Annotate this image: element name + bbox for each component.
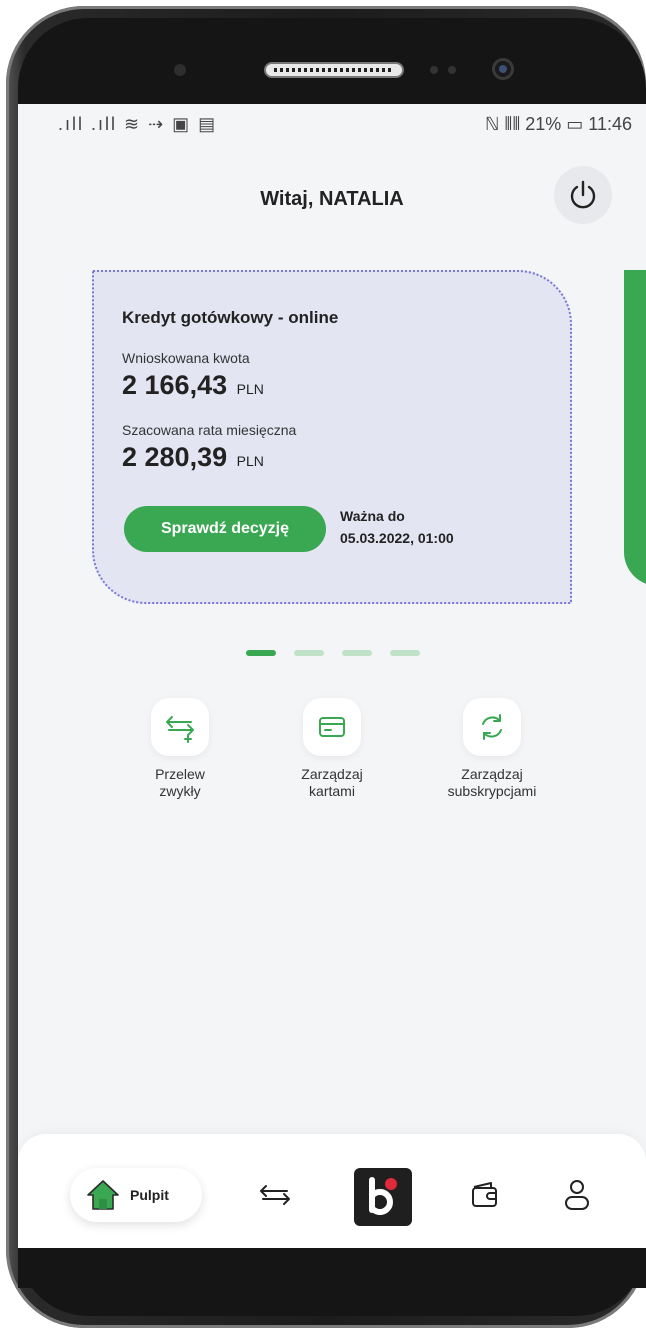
- quick-action-label: Zarządzaj kartami: [301, 766, 363, 799]
- wallet-icon: [472, 1182, 497, 1207]
- loan-offer-card[interactable]: Kredyt gotówkowy - online Wnioskowana kw…: [92, 270, 572, 604]
- front-sensor: [174, 64, 186, 76]
- bottom-navigation: Pulpit: [18, 1134, 646, 1248]
- power-icon: [570, 180, 596, 209]
- nav-profile-button[interactable]: [554, 1172, 600, 1218]
- home-icon: [87, 1180, 119, 1210]
- front-camera: [492, 58, 514, 80]
- quick-action-subscriptions[interactable]: Zarządzaj subskrypcjami: [422, 698, 562, 800]
- profile-icon: [565, 1180, 589, 1210]
- refresh-icon: [482, 714, 502, 740]
- quick-action-icon-tile: [303, 698, 361, 756]
- carousel-dot[interactable]: [390, 650, 420, 656]
- currency-label: PLN: [236, 453, 264, 469]
- currency-label: PLN: [236, 381, 264, 397]
- nav-wallet-button[interactable]: [462, 1172, 508, 1218]
- nav-home-label: Pulpit: [130, 1187, 169, 1203]
- carousel-dot[interactable]: [246, 650, 276, 656]
- greeting-title: Witaj, NATALIA: [260, 188, 404, 210]
- brand-logo-button[interactable]: [354, 1168, 412, 1226]
- earpiece-speaker: [264, 62, 404, 78]
- carousel-dot[interactable]: [342, 650, 372, 656]
- requested-amount: 2 166,43 PLN: [122, 370, 264, 401]
- phone-chin: [18, 1248, 646, 1288]
- status-icons-left: .ıll .ıll ≋ ⇢ ▣ ▤: [58, 114, 218, 134]
- transfer-plus-icon: [166, 716, 194, 743]
- quick-action-label: Zarządzaj subskrypcjami: [447, 766, 537, 799]
- valid-until-label: Ważna do: [340, 508, 405, 524]
- status-bar: .ıll .ıll ≋ ⇢ ▣ ▤ ℕ ⦀⦀ 21% ▭ 11:46: [18, 104, 646, 142]
- requested-amount-label: Wnioskowana kwota: [122, 350, 250, 366]
- proximity-sensor: [430, 66, 438, 74]
- quick-action-icon-tile: [151, 698, 209, 756]
- quick-action-label: Przelew zwykły: [155, 766, 205, 799]
- installment-value: 2 280,39: [122, 442, 228, 472]
- installment-label: Szacowana rata miesięczna: [122, 422, 297, 438]
- quick-action-icon-tile: [463, 698, 521, 756]
- transfers-icon: [260, 1185, 290, 1205]
- logout-button[interactable]: [554, 166, 612, 224]
- next-card-peek[interactable]: [624, 270, 646, 586]
- carousel-indicator: [246, 650, 420, 656]
- nav-transfers-button[interactable]: [252, 1172, 298, 1218]
- status-icons-right: ℕ ⦀⦀ 21% ▭ 11:46: [485, 114, 632, 134]
- loan-card-title: Kredyt gotówkowy - online: [122, 308, 339, 327]
- nav-home-button[interactable]: Pulpit: [70, 1168, 202, 1222]
- carousel-dot[interactable]: [294, 650, 324, 656]
- app-screen: .ıll .ıll ≋ ⇢ ▣ ▤ ℕ ⦀⦀ 21% ▭ 11:46 Witaj…: [18, 104, 646, 1248]
- quick-action-transfer[interactable]: Przelew zwykły: [110, 698, 250, 800]
- valid-until-date: 05.03.2022, 01:00: [340, 530, 454, 546]
- brand-logo: [369, 1177, 397, 1215]
- quick-action-cards[interactable]: Zarządzaj kartami: [262, 698, 402, 800]
- installment-amount: 2 280,39 PLN: [122, 442, 264, 473]
- card-icon: [319, 717, 345, 737]
- light-sensor: [448, 66, 456, 74]
- check-decision-button[interactable]: Sprawdź decyzję: [124, 506, 326, 552]
- requested-amount-value: 2 166,43: [122, 370, 228, 400]
